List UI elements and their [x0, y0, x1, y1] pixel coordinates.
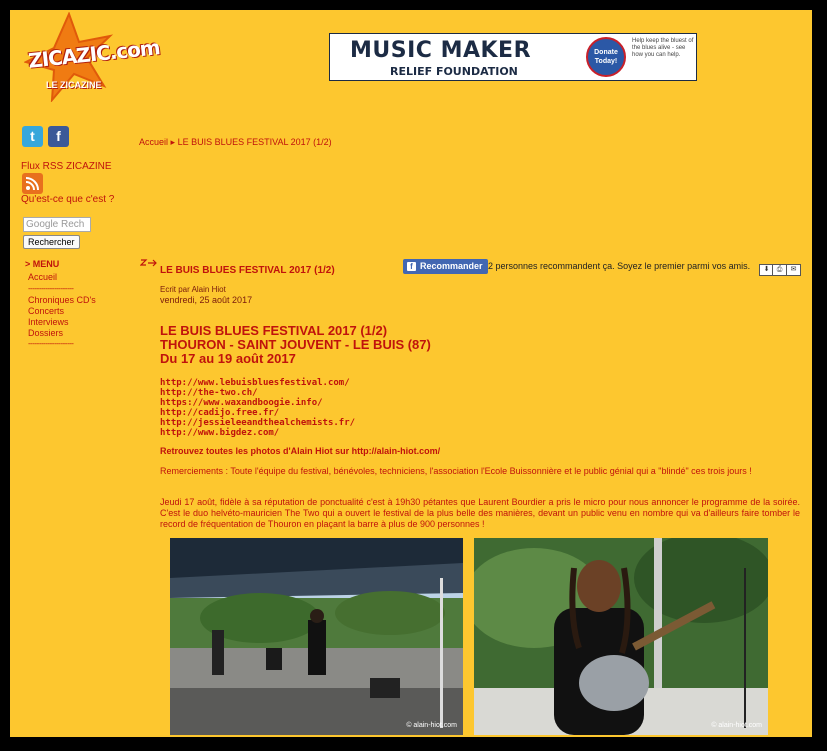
page-frame: ZICAZIC.com LE ZICAZINE MUSIC MAKER RELI… — [10, 10, 812, 737]
recommend-label: Recommander — [420, 261, 483, 271]
menu-item-concerts[interactable]: Concerts — [28, 306, 64, 316]
heading-line: THOURON - SAINT JOUVENT - LE BUIS (87) — [160, 337, 431, 352]
external-link[interactable]: http://cadijo.free.fr/ — [160, 408, 279, 418]
concert-photo-stage[interactable]: © alain-hiot.com — [170, 538, 463, 735]
breadcrumb-separator: ▸ — [170, 137, 176, 147]
photos-link[interactable]: Retrouvez toutes les photos d'Alain Hiot… — [160, 446, 440, 456]
concert-photo-guitarist[interactable]: © alain-hiot.com — [474, 538, 768, 735]
menu-item-dossiers[interactable]: Dossiers — [28, 328, 63, 338]
article-paragraph: Remerciements : Toute l'équipe du festiv… — [160, 466, 752, 476]
donate-badge[interactable]: Donate Today! — [586, 37, 626, 77]
facebook-icon[interactable]: f — [48, 126, 69, 147]
breadcrumb-current: LE BUIS BLUES FESTIVAL 2017 (1/2) — [177, 137, 332, 147]
music-maker-banner[interactable]: MUSIC MAKER RELIEF FOUNDATION Donate Tod… — [329, 33, 697, 81]
facebook-small-icon: f — [407, 262, 416, 271]
article-author: Ecrit par Alain Hiot — [160, 285, 226, 294]
recommend-count-text: 2 personnes recommandent ça. Soyez le pr… — [488, 261, 751, 271]
guitarist-photo-image — [474, 538, 768, 735]
facebook-recommend-button[interactable]: f Recommander — [403, 259, 488, 274]
photo-credit: © alain-hiot.com — [711, 722, 762, 729]
rss-icon[interactable] — [22, 173, 43, 194]
menu-item-interviews[interactable]: Interviews — [28, 317, 69, 327]
heading-line: Du 17 au 19 août 2017 — [160, 351, 296, 366]
menu-title: > MENU — [25, 259, 60, 269]
email-icon[interactable]: ✉ — [786, 264, 801, 276]
menu-item-chroniques[interactable]: Chroniques CD's — [28, 295, 96, 305]
menu-separator: --------------------- — [28, 284, 74, 293]
site-logo[interactable]: ZICAZIC.com LE ZICAZINE — [24, 12, 161, 102]
search-button[interactable]: Rechercher — [23, 235, 80, 249]
external-link[interactable]: https://www.waxandboogie.info/ — [160, 398, 323, 408]
rss-feed-link[interactable]: Flux RSS ZICAZINE — [21, 161, 112, 172]
article-arrow-icon — [139, 258, 158, 271]
menu-item-accueil[interactable]: Accueil — [28, 272, 57, 282]
article-title-link[interactable]: LE BUIS BLUES FESTIVAL 2017 (1/2) — [160, 265, 335, 276]
breadcrumb-home[interactable]: Accueil — [139, 137, 168, 147]
article-heading: LE BUIS BLUES FESTIVAL 2017 (1/2) THOURO… — [160, 324, 431, 366]
heading-line: LE BUIS BLUES FESTIVAL 2017 (1/2) — [160, 323, 388, 338]
print-icon[interactable]: ⎙ — [772, 264, 787, 276]
search-input[interactable]: Google Rech — [23, 217, 91, 232]
breadcrumb: Accueil ▸ LE BUIS BLUES FESTIVAL 2017 (1… — [139, 137, 332, 148]
twitter-icon[interactable]: t — [22, 126, 43, 147]
external-link[interactable]: http://www.bigdez.com/ — [160, 428, 279, 438]
logo-subtitle: LE ZICAZINE — [46, 80, 102, 90]
menu-separator: --------------------- — [28, 339, 74, 348]
external-link[interactable]: http://jessieleeandthealchemists.fr/ — [160, 418, 355, 428]
banner-title: MUSIC MAKER — [350, 38, 532, 63]
stage-photo-image — [170, 538, 463, 735]
photo-credit: © alain-hiot.com — [406, 722, 457, 729]
external-link[interactable]: http://www.lebuisbluesfestival.com/ — [160, 378, 350, 388]
external-link[interactable]: http://the-two.ch/ — [160, 388, 258, 398]
rss-what-link[interactable]: Qu'est-ce que c'est ? — [21, 194, 114, 205]
banner-side-text: Help keep the bluest of the blues alive … — [632, 38, 694, 58]
article-date: vendredi, 25 août 2017 — [160, 295, 253, 305]
rss-glyph-icon — [25, 177, 39, 191]
article-paragraph: Jeudi 17 août, fidèle à sa réputation de… — [160, 497, 800, 529]
banner-subtitle: RELIEF FOUNDATION — [390, 65, 518, 78]
